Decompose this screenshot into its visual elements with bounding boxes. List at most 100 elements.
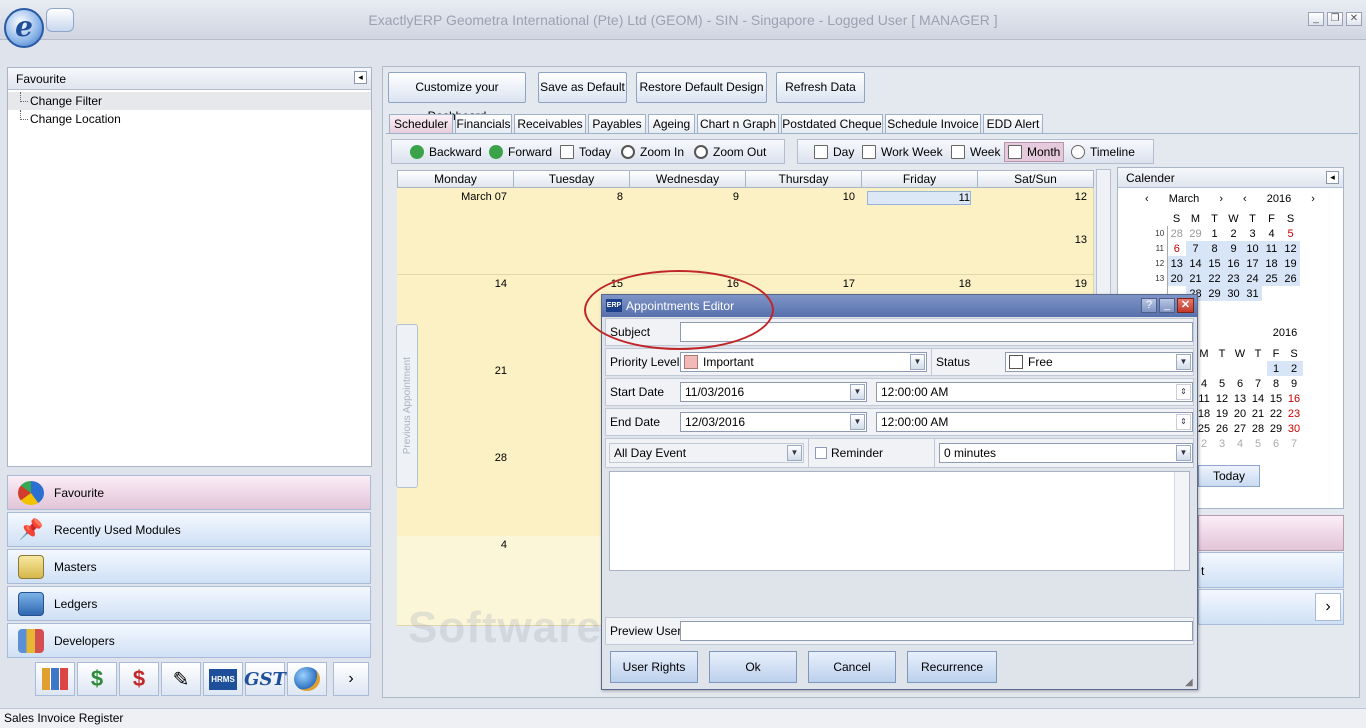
refresh-data-button[interactable]: Refresh Data <box>776 72 865 103</box>
zoom-in-button[interactable]: Zoom In <box>621 144 684 160</box>
calendar-day[interactable]: 29 <box>1205 286 1224 301</box>
save-default-button[interactable]: Save as Default <box>538 72 627 103</box>
description-textarea[interactable] <box>609 471 1190 571</box>
nav-ledgers[interactable]: Ledgers <box>7 586 371 621</box>
spinner-icon[interactable]: ⇕ <box>1176 414 1191 430</box>
customize-dashboard-button[interactable]: Customize your Dashboard <box>388 72 526 123</box>
prev-year-icon[interactable]: ‹ <box>1243 193 1247 208</box>
calendar-day[interactable]: 8 <box>1267 376 1285 391</box>
hrms-icon[interactable]: HRMS <box>203 662 243 696</box>
calendar-day[interactable]: 21 <box>1186 271 1205 286</box>
day-cell[interactable]: 11 <box>861 188 978 275</box>
calendar-day[interactable]: 26 <box>1213 421 1231 436</box>
calendar-day[interactable]: 20 <box>1231 406 1249 421</box>
priority-select[interactable]: Important ▼ <box>680 352 927 372</box>
calendar-day[interactable]: 3 <box>1213 436 1231 451</box>
dollar-icon[interactable]: $ <box>77 662 117 696</box>
calendar-day[interactable]: 13 <box>1167 256 1186 271</box>
calendar-day[interactable] <box>1281 286 1300 301</box>
calendar-day[interactable]: 28 <box>1249 421 1267 436</box>
tab-payables[interactable]: Payables <box>588 114 646 134</box>
calendar-day[interactable]: 5 <box>1249 436 1267 451</box>
reminder-checkbox[interactable] <box>815 447 827 459</box>
collapse-left-icon[interactable]: ◂ <box>354 71 367 84</box>
day-cell[interactable]: 8 <box>513 188 630 275</box>
tab-ageing[interactable]: Ageing <box>648 114 695 134</box>
view-day-button[interactable]: Day <box>814 144 854 160</box>
help-icon[interactable]: ? <box>1141 298 1157 313</box>
day-cell[interactable] <box>513 449 603 537</box>
view-month-button[interactable]: Month <box>1004 142 1065 162</box>
calendar-day[interactable]: 12 <box>1213 391 1231 406</box>
globe-icon[interactable] <box>287 662 327 696</box>
calendar-day[interactable]: 15 <box>1205 256 1224 271</box>
chart-icon[interactable] <box>35 662 75 696</box>
backward-button[interactable]: Backward <box>410 144 482 160</box>
calendar-day[interactable]: 9 <box>1285 376 1303 391</box>
textarea-scrollbar[interactable] <box>1174 472 1189 570</box>
ok-button[interactable]: Ok <box>709 651 797 683</box>
calendar-day[interactable] <box>1262 286 1281 301</box>
view-workweek-button[interactable]: Work Week <box>862 144 943 160</box>
money-icon[interactable]: $ <box>119 662 159 696</box>
tab-chart-graph[interactable]: Chart n Graph <box>697 114 779 134</box>
calendar-day[interactable]: 14 <box>1186 256 1205 271</box>
day-cell[interactable]: March 07 <box>397 188 514 275</box>
nav-masters[interactable]: Masters <box>7 549 371 584</box>
gst-icon[interactable]: GST <box>244 662 286 696</box>
calendar-day[interactable]: 5 <box>1281 226 1300 241</box>
calendar-day[interactable]: 6 <box>1231 376 1249 391</box>
end-date-input[interactable]: 12/03/2016 ▼ <box>680 412 867 432</box>
calendar-day[interactable]: 30 <box>1224 286 1243 301</box>
chevron-down-icon[interactable]: ▼ <box>910 354 925 370</box>
zoom-out-button[interactable]: Zoom Out <box>694 144 766 160</box>
checklist-icon[interactable]: ✎ <box>161 662 201 696</box>
day-cell[interactable]: 10 <box>745 188 862 275</box>
calendar-day[interactable]: 13 <box>1231 391 1249 406</box>
forward-button[interactable]: Forward <box>489 144 552 160</box>
calendar-day[interactable]: 11 <box>1262 241 1281 256</box>
calendar-day[interactable]: 6 <box>1267 436 1285 451</box>
calendar-day[interactable]: 6 <box>1167 241 1186 256</box>
calendar-day[interactable]: 25 <box>1262 271 1281 286</box>
calendar-day[interactable]: 12 <box>1281 241 1300 256</box>
restore-default-button[interactable]: Restore Default Design <box>636 72 767 103</box>
calendar-day[interactable]: 8 <box>1205 241 1224 256</box>
user-rights-button[interactable]: User Rights <box>610 651 698 683</box>
calendar-day[interactable]: 7 <box>1249 376 1267 391</box>
calendar-day[interactable]: 9 <box>1224 241 1243 256</box>
tab-edd-alert[interactable]: EDD Alert <box>983 114 1043 134</box>
calendar-today-button[interactable]: Today <box>1198 465 1260 487</box>
minimize-icon[interactable]: _ <box>1308 12 1324 26</box>
calendar-day[interactable]: 10 <box>1243 241 1262 256</box>
nav-favourite[interactable]: Favourite <box>7 475 371 510</box>
tab-financials[interactable]: Financials <box>455 114 512 134</box>
dialog-minimize-icon[interactable]: _ <box>1159 298 1175 313</box>
calendar-day[interactable] <box>1213 361 1231 376</box>
calendar-day[interactable]: 3 <box>1243 226 1262 241</box>
calendar-day[interactable]: 17 <box>1243 256 1262 271</box>
calendar-day[interactable]: 20 <box>1167 271 1186 286</box>
calendar-day[interactable]: 26 <box>1281 271 1300 286</box>
calendar-day[interactable]: 23 <box>1285 406 1303 421</box>
right-panel-next-button[interactable]: › <box>1315 593 1341 621</box>
calendar-day[interactable]: 7 <box>1285 436 1303 451</box>
prev-month-icon[interactable]: ‹ <box>1145 193 1149 208</box>
chevron-down-icon[interactable]: ▼ <box>787 445 802 461</box>
today-button[interactable]: Today <box>560 144 611 160</box>
calendar-day[interactable]: 22 <box>1267 406 1285 421</box>
cancel-button[interactable]: Cancel <box>808 651 896 683</box>
spinner-icon[interactable]: ⇕ <box>1176 384 1191 400</box>
calendar-day[interactable]: 23 <box>1224 271 1243 286</box>
chevron-down-icon[interactable]: ▼ <box>1176 354 1191 370</box>
right-panel-item[interactable]: t <box>1198 552 1344 588</box>
calendar-day[interactable] <box>1249 361 1267 376</box>
tab-schedule-invoice[interactable]: Schedule Invoice <box>885 114 981 134</box>
day-cell[interactable]: 9 <box>629 188 746 275</box>
calendar-day[interactable]: 15 <box>1267 391 1285 406</box>
calendar-day[interactable]: 31 <box>1243 286 1262 301</box>
calendar-day[interactable]: 29 <box>1186 226 1205 241</box>
calendar-day[interactable]: 16 <box>1224 256 1243 271</box>
calendar-day[interactable]: 2 <box>1224 226 1243 241</box>
calendar-day[interactable]: 21 <box>1249 406 1267 421</box>
